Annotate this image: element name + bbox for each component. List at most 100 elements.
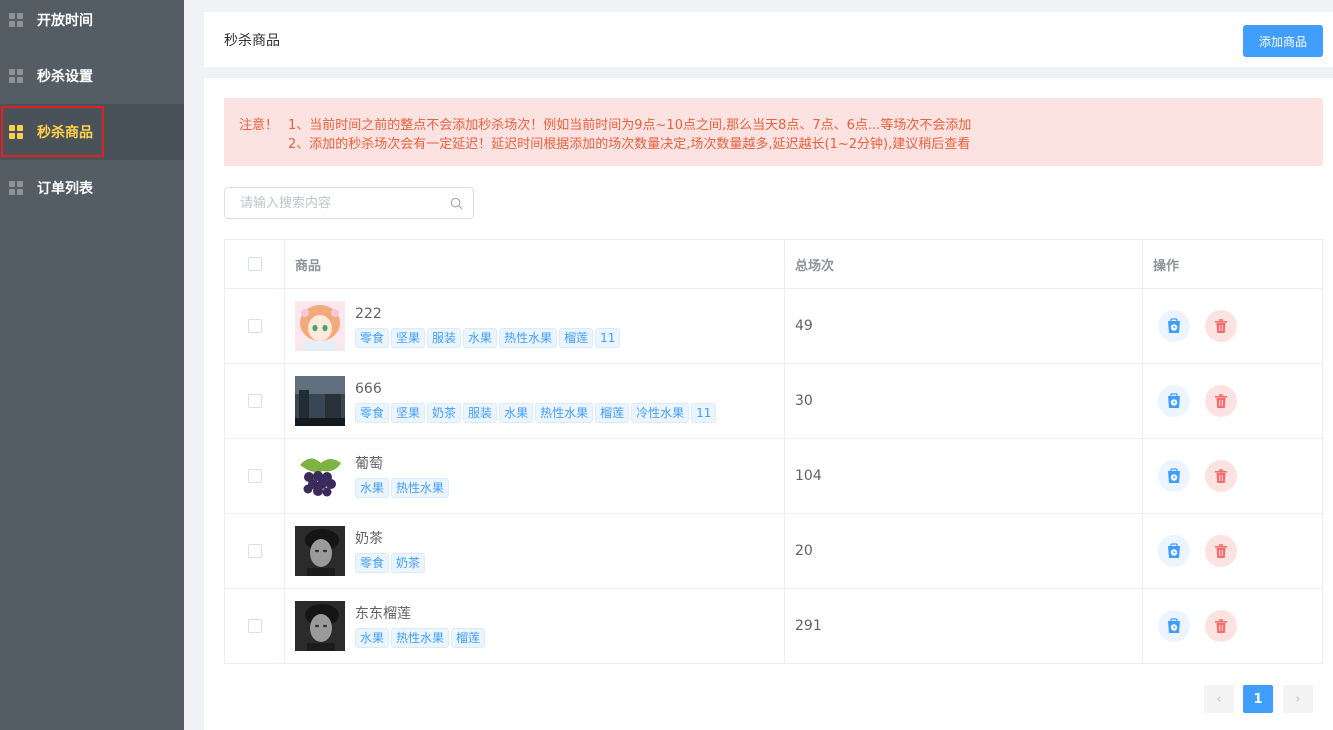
table-row: 东东榴莲 水果 热性水果 榴莲 291 [225,588,1322,663]
goods-thumbnail [295,451,345,501]
grid-icon [9,125,23,139]
category-tag: 热性水果 [499,327,558,348]
category-tag: 零食 [355,402,390,423]
add-goods-button[interactable]: 添加商品 [1243,25,1323,57]
row-checkbox[interactable] [247,619,262,633]
category-tag: 热性水果 [391,627,450,648]
schedule-button[interactable] [1158,535,1190,567]
row-checkbox[interactable] [247,544,262,558]
session-count: 30 [785,364,1143,438]
tag-list: 水果 热性水果 榴莲 [355,627,487,648]
prev-page-button[interactable]: ‹ [1204,685,1234,713]
table-row: 222 零食 坚果 服装 水果 热性水果 榴莲 11 49 [225,288,1322,363]
search-icon[interactable] [450,197,463,210]
table-row: 666 零食 坚果 奶茶 服装 水果 热性水果 榴莲 冷性水果 11 30 [225,363,1322,438]
row-checkbox[interactable] [247,469,262,483]
trash-icon [1213,393,1229,409]
sidebar: 开放时间 秒杀设置 秒杀商品 订单列表 [0,0,184,730]
next-page-button[interactable]: › [1283,685,1313,713]
table-row: 奶茶 零食 奶茶 20 [225,513,1322,588]
trash-icon [1213,543,1229,559]
category-tag: 水果 [463,327,498,348]
category-tag: 11 [595,327,621,348]
grid-icon [9,181,23,195]
page-title: 秒杀商品 [224,33,280,49]
goods-name: 奶茶 [355,530,383,547]
clock-bag-icon [1165,467,1183,485]
category-tag: 冷性水果 [631,402,690,423]
table-header: 商品 总场次 操作 [225,240,1322,288]
select-all-checkbox[interactable] [247,257,262,271]
category-tag: 水果 [355,627,390,648]
sidebar-item-order-list[interactable]: 订单列表 [0,160,184,216]
search-input[interactable] [225,188,450,218]
tag-list: 零食 奶茶 [355,552,427,573]
column-header-goods: 商品 [285,240,785,288]
category-tag: 水果 [355,477,390,498]
clock-bag-icon [1165,392,1183,410]
tag-list: 零食 坚果 服装 水果 热性水果 榴莲 11 [355,327,622,348]
grid-icon [9,69,23,83]
clock-bag-icon [1165,617,1183,635]
page-number[interactable]: 1 [1243,685,1273,713]
category-tag: 水果 [499,402,534,423]
category-tag: 零食 [355,552,390,573]
delete-button[interactable] [1205,460,1237,492]
schedule-button[interactable] [1158,310,1190,342]
clock-bag-icon [1165,317,1183,335]
goods-thumbnail [295,376,345,426]
category-tag: 坚果 [391,402,426,423]
category-tag: 服装 [427,327,462,348]
category-tag: 榴莲 [451,627,486,648]
column-header-ops: 操作 [1153,258,1180,274]
goods-name: 666 [355,380,382,397]
page-header: 秒杀商品 添加商品 [204,12,1333,67]
schedule-button[interactable] [1158,610,1190,642]
goods-table: 商品 总场次 操作 222 零食 坚果 服装 水果 热性水果 榴莲 11 49 666 零食… [224,239,1323,664]
grid-icon [9,13,23,27]
search-box [224,187,474,219]
category-tag: 零食 [355,327,390,348]
sidebar-item-open-time[interactable]: 开放时间 [0,0,184,48]
session-count: 291 [785,589,1143,663]
session-count: 104 [785,439,1143,513]
notice-line: 1、当前时间之前的整点不会添加秒杀场次！例如当前时间为9点~10点之间,那么当天… [288,118,972,133]
table-row: 葡萄 水果 热性水果 104 [225,438,1322,513]
category-tag: 奶茶 [391,552,426,573]
trash-icon [1213,318,1229,334]
notice-banner: 注意！ 1、当前时间之前的整点不会添加秒杀场次！例如当前时间为9点~10点之间,… [224,98,1323,166]
row-checkbox[interactable] [247,394,262,408]
notice-prefix: 注意！ [239,118,279,133]
sidebar-item-flash-sale-goods[interactable]: 秒杀商品 [0,104,184,160]
category-tag: 11 [691,402,717,423]
tag-list: 水果 热性水果 [355,477,451,498]
delete-button[interactable] [1205,535,1237,567]
trash-icon [1213,618,1229,634]
clock-bag-icon [1165,542,1183,560]
sidebar-item-label: 开放时间 [37,13,93,29]
category-tag: 热性水果 [535,402,594,423]
goods-thumbnail [295,301,345,351]
sidebar-item-label: 订单列表 [37,181,93,197]
row-checkbox[interactable] [247,319,262,333]
goods-name: 东东榴莲 [355,605,411,622]
category-tag: 坚果 [391,327,426,348]
main-content: 注意！ 1、当前时间之前的整点不会添加秒杀场次！例如当前时间为9点~10点之间,… [204,78,1333,730]
goods-name: 葡萄 [355,455,383,472]
delete-button[interactable] [1205,310,1237,342]
category-tag: 服装 [463,402,498,423]
table-body: 222 零食 坚果 服装 水果 热性水果 榴莲 11 49 666 零食 坚果 奶茶 服装 水果 热性… [225,288,1322,663]
delete-button[interactable] [1205,610,1237,642]
delete-button[interactable] [1205,385,1237,417]
notice-line: 2、添加的秒杀场次会有一定延迟！延迟时间根据添加的场次数量决定,场次数量越多,延… [288,137,971,152]
sidebar-item-flash-sale-settings[interactable]: 秒杀设置 [0,48,184,104]
trash-icon [1213,468,1229,484]
category-tag: 奶茶 [427,402,462,423]
goods-thumbnail [295,601,345,651]
column-header-count: 总场次 [785,240,1143,288]
schedule-button[interactable] [1158,460,1190,492]
session-count: 20 [785,514,1143,588]
goods-thumbnail [295,526,345,576]
category-tag: 榴莲 [559,327,594,348]
schedule-button[interactable] [1158,385,1190,417]
